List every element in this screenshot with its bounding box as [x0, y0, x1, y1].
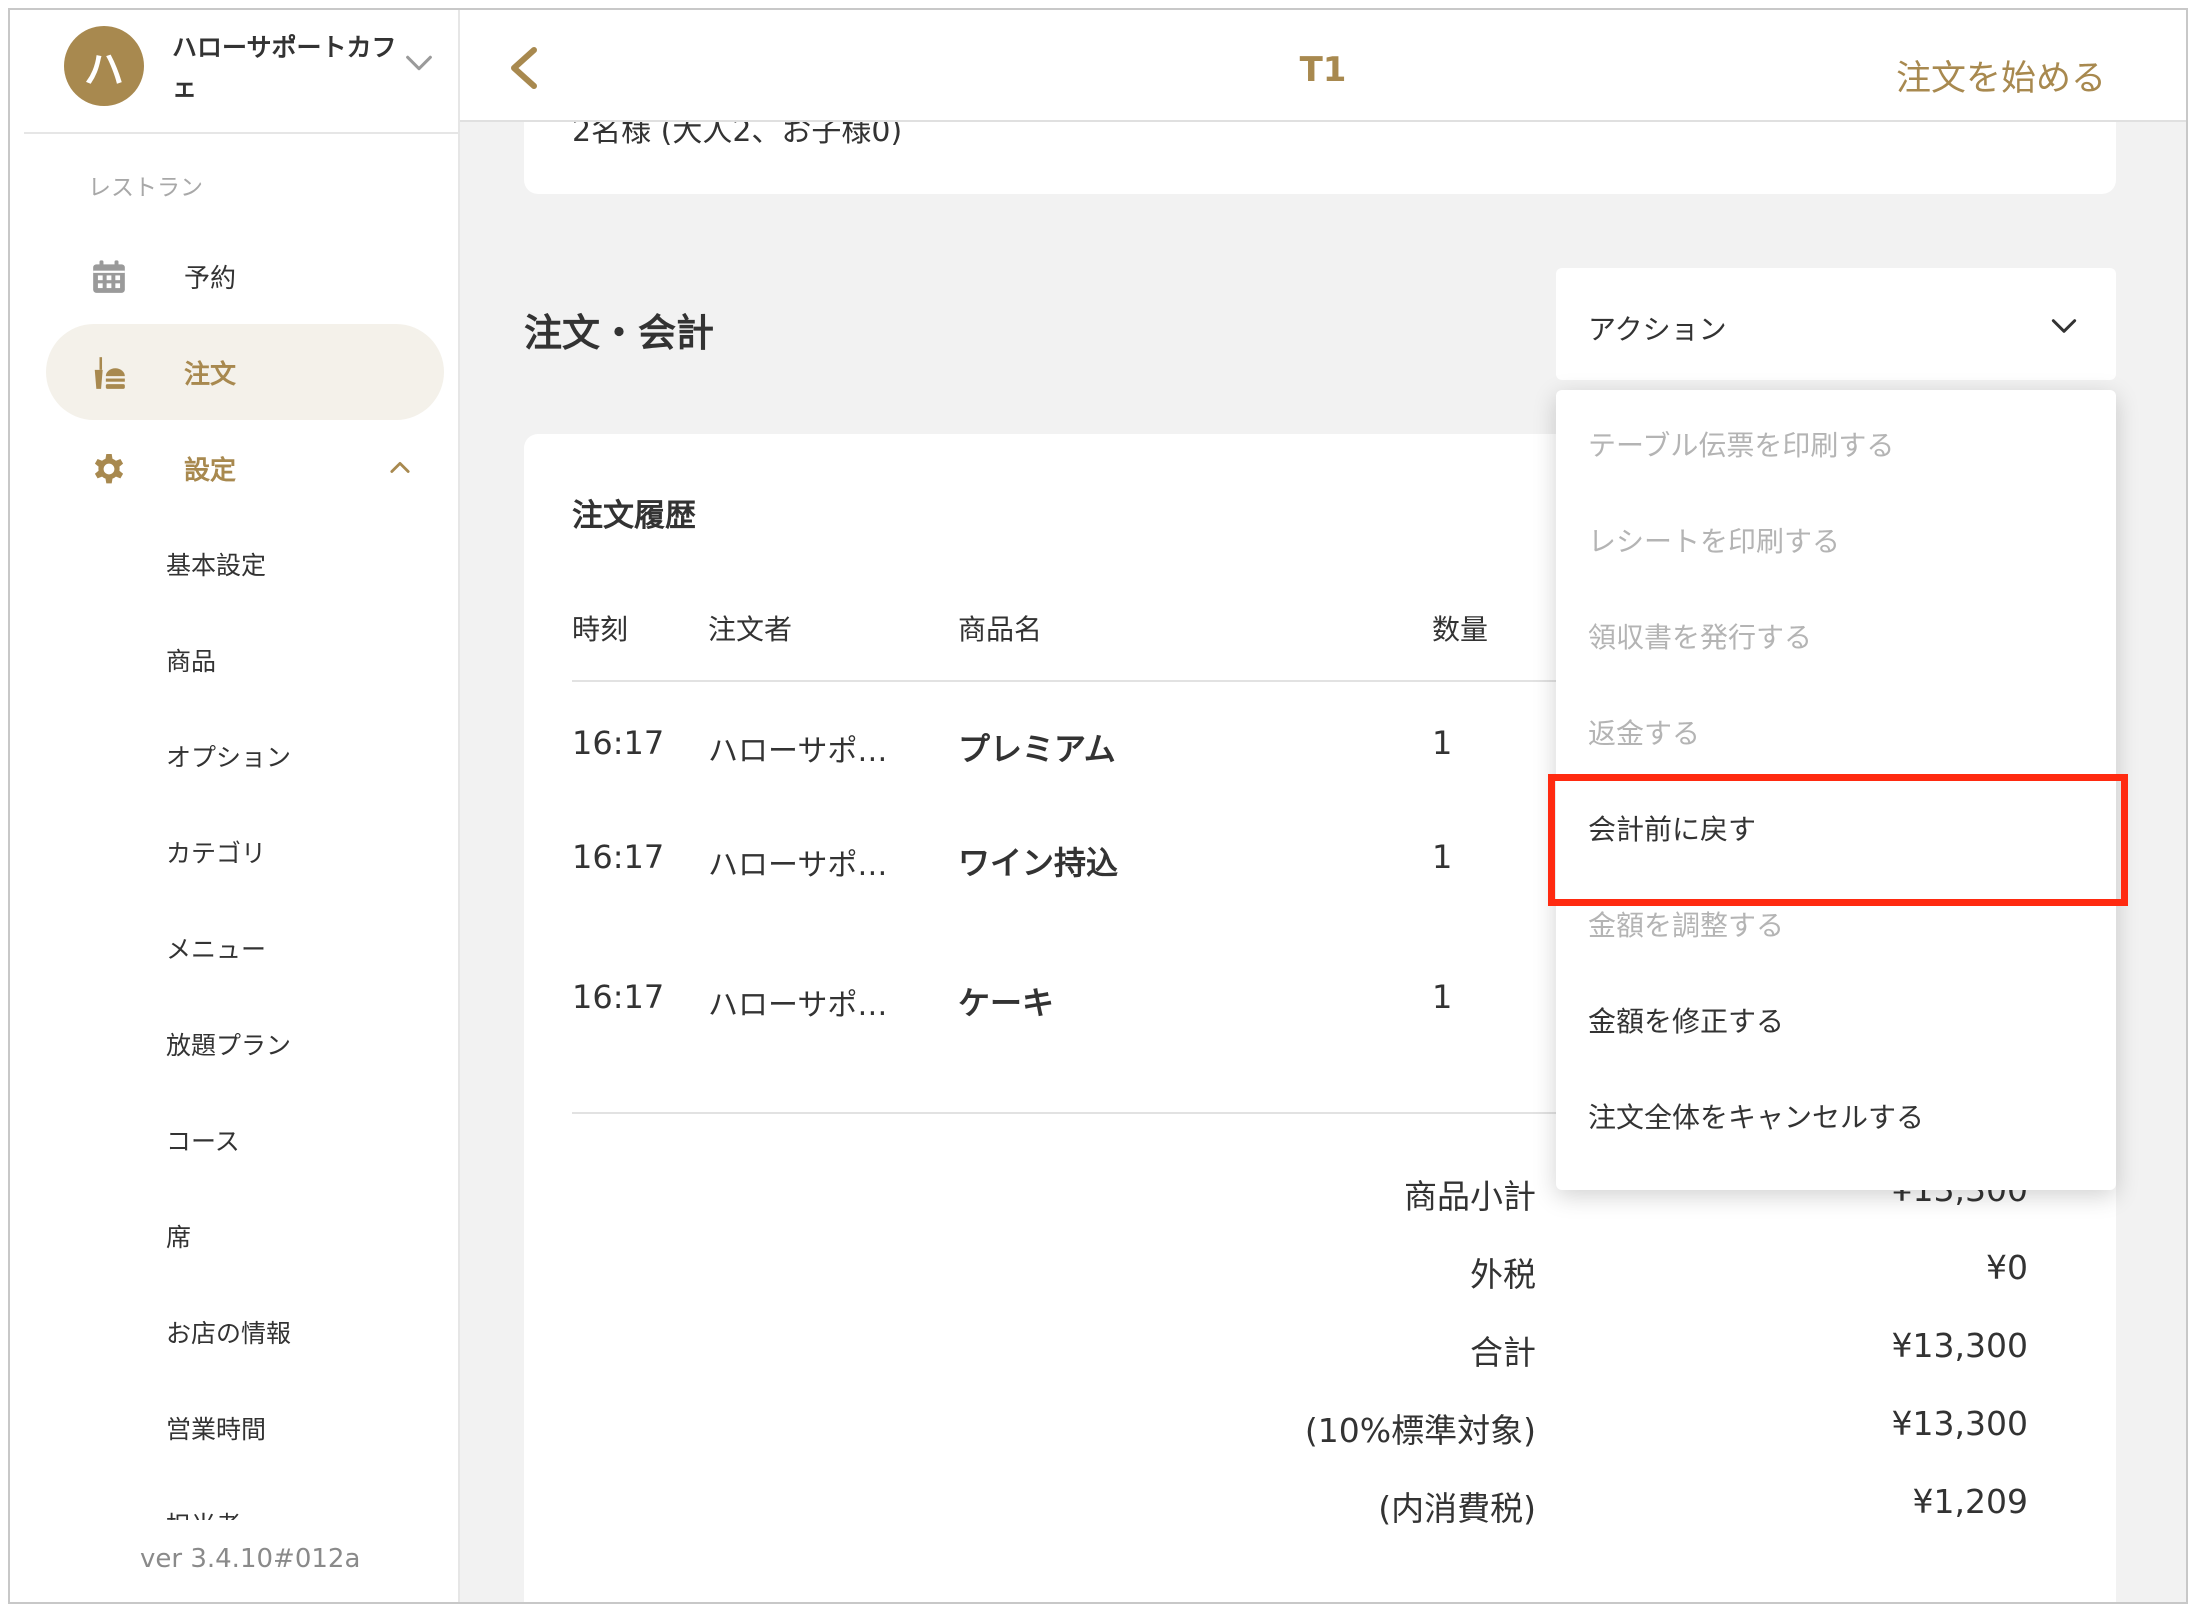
- sidebar-subitem[interactable]: コース: [166, 1122, 240, 1158]
- cell-qty: 1: [1432, 978, 1453, 1016]
- sidebar-item-reservation[interactable]: 予約: [46, 228, 444, 324]
- summary-label-subtotal: 商品小計: [1404, 1177, 1536, 1216]
- cell-item: ワイン持込: [958, 844, 1119, 882]
- top-bar: T1 注文を始める: [460, 10, 2186, 122]
- section-title: 注文・会計: [524, 311, 715, 355]
- sidebar-subitem[interactable]: 基本設定: [166, 546, 266, 582]
- cell-time: 16:17: [572, 838, 665, 876]
- start-order-button[interactable]: 注文を始める: [1896, 50, 2106, 101]
- sidebar-subitem[interactable]: 営業時間: [166, 1410, 266, 1446]
- menu-item-adjust-amount[interactable]: 金額を調整する: [1588, 904, 1784, 944]
- action-dropdown[interactable]: アクション: [1556, 268, 2116, 380]
- column-header-qty: 数量: [1432, 613, 1489, 646]
- main-content: T1 注文を始める 2名様 (大人2、お子様0) 注文・会計 アクション テーブ…: [460, 10, 2186, 1602]
- sidebar-subitem[interactable]: 商品: [166, 642, 216, 678]
- chevron-up-icon[interactable]: [386, 454, 414, 482]
- action-dropdown-label: アクション: [1588, 313, 1727, 346]
- shop-switcher[interactable]: ハ ハローサポートカフェ: [24, 10, 460, 134]
- sidebar-subitem[interactable]: 担当者: [166, 1506, 241, 1520]
- menu-item-cancel-order[interactable]: 注文全体をキャンセルする: [1588, 1096, 1924, 1136]
- chevron-down-icon: [2051, 319, 2077, 333]
- sidebar-item-label: 設定: [184, 455, 237, 486]
- menu-item-refund[interactable]: 返金する: [1588, 712, 1700, 752]
- history-title: 注文履歴: [572, 498, 696, 534]
- gear-icon: [94, 453, 124, 484]
- column-header-orderer: 注文者: [708, 613, 793, 646]
- menu-item-issue-invoice[interactable]: 領収書を発行する: [1588, 616, 1812, 656]
- sidebar-subitem[interactable]: お店の情報: [166, 1314, 291, 1350]
- chevron-down-icon[interactable]: [402, 46, 436, 80]
- app-window: ハ ハローサポートカフェ レストラン 予約 注文 設定 基本設定 商品 オプショ…: [8, 8, 2188, 1604]
- summary-label-tax: 外税: [1470, 1255, 1536, 1294]
- avatar: ハ: [64, 26, 144, 106]
- sidebar-subitem[interactable]: オプション: [166, 738, 291, 774]
- sidebar-subitem[interactable]: カテゴリ: [166, 834, 266, 870]
- menu-item-correct-amount[interactable]: 金額を修正する: [1588, 1000, 1784, 1040]
- sidebar-subitem[interactable]: 席: [166, 1218, 191, 1254]
- sidebar-subitem[interactable]: 放題プラン: [166, 1026, 291, 1062]
- summary-label-total: 合計: [1470, 1333, 1536, 1372]
- sidebar: ハ ハローサポートカフェ レストラン 予約 注文 設定 基本設定 商品 オプショ…: [10, 10, 460, 1602]
- sidebar-subitem[interactable]: メニュー: [166, 930, 266, 966]
- cell-orderer: ハローサポ…: [708, 734, 888, 769]
- summary-label-standard-rate: (10%標準対象): [1304, 1411, 1536, 1450]
- cell-orderer: ハローサポ…: [708, 988, 888, 1023]
- sidebar-item-orders[interactable]: 注文: [46, 324, 444, 420]
- cell-orderer: ハローサポ…: [708, 848, 888, 883]
- menu-item-print-table-slip[interactable]: テーブル伝票を印刷する: [1588, 424, 1894, 464]
- sidebar-item-label: 予約: [184, 263, 237, 294]
- menu-item-print-receipt[interactable]: レシートを印刷する: [1588, 520, 1840, 560]
- sidebar-section-label: レストラン: [88, 175, 203, 201]
- sidebar-item-label: 注文: [184, 359, 237, 390]
- shop-name: ハローサポートカフェ: [172, 33, 397, 102]
- cell-time: 16:17: [572, 724, 665, 762]
- highlight-annotation: [1548, 774, 2128, 906]
- calendar-icon: [93, 260, 125, 293]
- sidebar-item-settings[interactable]: 設定: [46, 420, 444, 516]
- summary-value-tax: ¥0: [1986, 1248, 2028, 1287]
- summary-value-standard-rate: ¥13,300: [1891, 1404, 2028, 1443]
- version-label: ver 3.4.10#012a: [140, 1544, 361, 1574]
- cell-item: プレミアム: [958, 730, 1116, 768]
- summary-label-included-tax: (内消費税): [1378, 1489, 1536, 1528]
- cell-item: ケーキ: [958, 984, 1055, 1022]
- cell-time: 16:17: [572, 978, 665, 1016]
- cell-qty: 1: [1432, 838, 1453, 876]
- summary-value-included-tax: ¥1,209: [1912, 1482, 2028, 1521]
- cell-qty: 1: [1432, 724, 1453, 762]
- column-header-item: 商品名: [958, 613, 1043, 646]
- summary-value-total: ¥13,300: [1891, 1326, 2028, 1365]
- column-header-time: 時刻: [572, 613, 629, 646]
- food-tray-icon: [94, 357, 125, 389]
